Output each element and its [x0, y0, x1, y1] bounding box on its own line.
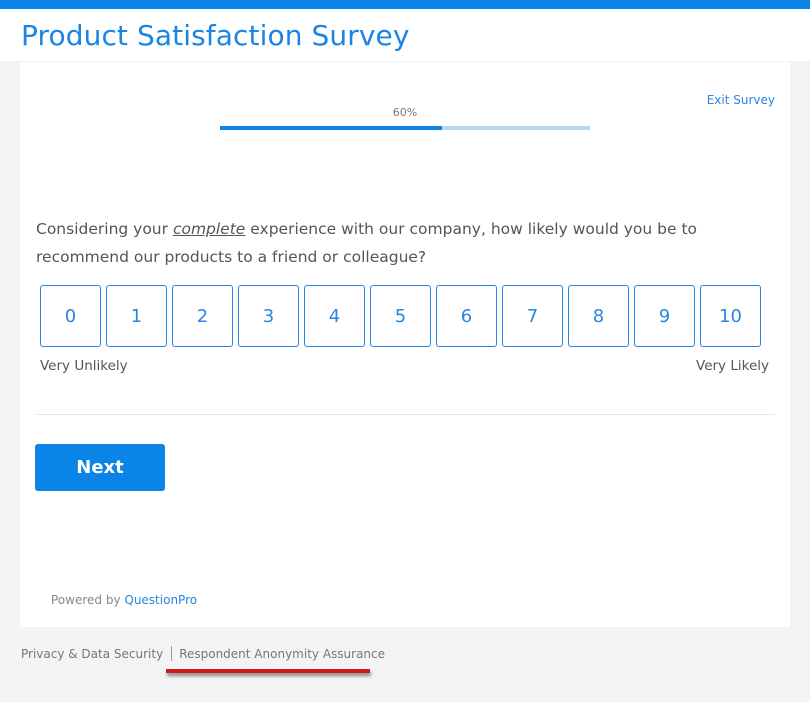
questionpro-link[interactable]: QuestionPro — [124, 593, 197, 607]
scale-high-label: Very Likely — [696, 358, 769, 374]
survey-card: Exit Survey 60% Considering your complet… — [20, 62, 790, 627]
annotation-underline — [166, 669, 370, 673]
scale-low-label: Very Unlikely — [40, 358, 128, 374]
progress-bar — [220, 126, 590, 130]
powered-by: Powered by QuestionPro — [51, 593, 197, 607]
footer-separator — [171, 646, 173, 661]
scale-option-0[interactable]: 0 — [40, 285, 101, 347]
divider — [35, 414, 775, 415]
progress-label: 60% — [392, 106, 418, 119]
scale-option-3[interactable]: 3 — [238, 285, 299, 347]
privacy-link[interactable]: Privacy & Data Security — [21, 647, 163, 661]
scale-option-2[interactable]: 2 — [172, 285, 233, 347]
question-prefix: Considering your — [36, 220, 173, 238]
question-emphasis: complete — [172, 220, 246, 238]
page-title: Product Satisfaction Survey — [21, 19, 410, 52]
top-accent-bar — [0, 0, 810, 9]
scale-option-7[interactable]: 7 — [502, 285, 563, 347]
scale-option-5[interactable]: 5 — [370, 285, 431, 347]
exit-survey-link[interactable]: Exit Survey — [707, 93, 775, 107]
scale-option-6[interactable]: 6 — [436, 285, 497, 347]
scale-option-9[interactable]: 9 — [634, 285, 695, 347]
anonymity-link[interactable]: Respondent Anonymity Assurance — [179, 647, 385, 661]
next-button[interactable]: Next — [35, 444, 165, 491]
scale-option-1[interactable]: 1 — [106, 285, 167, 347]
scale-option-10[interactable]: 10 — [700, 285, 761, 347]
page-footer: Privacy & Data Security Respondent Anony… — [21, 646, 385, 661]
scale-option-4[interactable]: 4 — [304, 285, 365, 347]
scale-option-8[interactable]: 8 — [568, 285, 629, 347]
progress-fill — [220, 126, 442, 130]
question-text: Considering your complete experience wit… — [36, 215, 776, 271]
powered-by-prefix: Powered by — [51, 593, 125, 607]
page-header: Product Satisfaction Survey — [0, 9, 810, 61]
nps-scale: 0 1 2 3 4 5 6 7 8 9 10 — [40, 285, 761, 347]
